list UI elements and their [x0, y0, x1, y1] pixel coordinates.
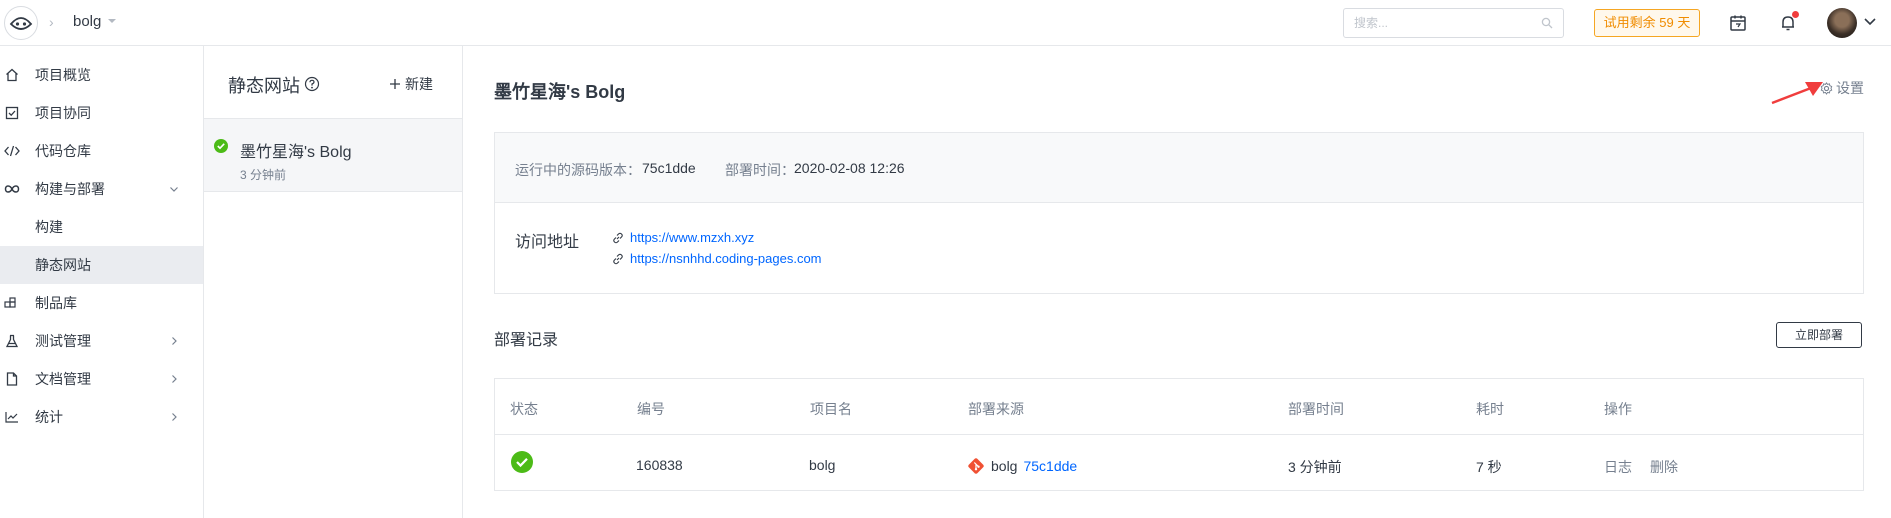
sidebar-item-label: 项目协同 [35, 105, 91, 121]
site-url-link[interactable]: https://www.mzxh.xyz [612, 230, 754, 245]
records-title: 部署记录 [494, 332, 559, 349]
document-icon [4, 371, 20, 387]
gear-icon [1820, 81, 1833, 95]
sidebar-item-label: 项目概览 [35, 67, 91, 83]
notification-dot [1792, 11, 1799, 18]
new-site-label: 新建 [405, 76, 433, 92]
column-header: 状态 [510, 401, 538, 417]
sidebar-item-testing[interactable]: 测试管理 [0, 322, 203, 360]
deploy-now-button[interactable]: 立即部署 [1776, 322, 1862, 348]
sidebar-item-label: 构建与部署 [35, 181, 105, 197]
chevron-right-icon[interactable] [169, 374, 179, 384]
settings-label: 设置 [1836, 80, 1864, 96]
sidebar-item-overview[interactable]: 项目概览 [0, 56, 203, 94]
code-icon [4, 143, 20, 159]
sidebar-item-collaboration[interactable]: 项目协同 [0, 94, 203, 132]
column-header: 操作 [1604, 401, 1632, 417]
chart-icon [4, 409, 20, 425]
access-label: 访问地址 [515, 234, 580, 251]
artifact-icon [4, 295, 20, 311]
sidebar-item-artifacts[interactable]: 制品库 [0, 284, 203, 322]
site-name: 墨竹星海's Bolg [240, 144, 352, 161]
project-name: bolg [809, 457, 836, 473]
chevron-right-icon[interactable] [169, 412, 179, 422]
sidebar-item-repository[interactable]: 代码仓库 [0, 132, 203, 170]
link-icon [613, 232, 623, 243]
main-content: 墨竹星海's Bolg 设置 运行中的源码版本： 75c1dde 部署时间： 2… [463, 46, 1891, 518]
sidebar-item-stats[interactable]: 统计 [0, 398, 203, 436]
url-text: https://www.mzxh.xyz [630, 230, 755, 245]
sidebar-item-label: 代码仓库 [35, 143, 91, 159]
deploy-time: 3 分钟前 [1288, 459, 1342, 475]
deploy-records-table: 状态 编号 项目名 部署来源 部署时间 耗时 操作 160838 bolg bo… [494, 378, 1864, 491]
sidebar-item-label: 文档管理 [35, 371, 91, 387]
top-bar: › bolg 试用剩余 59 天 [0, 0, 1891, 46]
site-list-item[interactable]: 墨竹星海's Bolg 3 分钟前 [204, 119, 462, 192]
chevron-down-icon[interactable] [1864, 18, 1876, 26]
avatar[interactable] [1827, 8, 1857, 38]
column-header: 编号 [637, 401, 665, 417]
search-icon[interactable] [1541, 17, 1553, 29]
static-site-list-panel: 静态网站 新建 墨竹星海's Bolg 3 分钟前 [204, 46, 463, 518]
page-title: 墨竹星海's Bolg [494, 82, 626, 102]
git-icon [968, 458, 984, 474]
bell-icon[interactable] [1777, 11, 1799, 34]
help-icon[interactable] [304, 76, 320, 92]
version-label: 运行中的源码版本： [515, 162, 641, 178]
column-header: 耗时 [1476, 401, 1504, 417]
infinity-icon [4, 181, 20, 197]
breadcrumb-project[interactable]: bolg [73, 13, 101, 30]
source-repo: bolg [991, 458, 1018, 474]
chevron-down-icon[interactable] [169, 184, 179, 194]
sidebar-item-label: 静态网站 [35, 257, 91, 273]
deploy-time-value: 2020-02-08 12:26 [794, 160, 905, 176]
site-url-link[interactable]: https://nsnhhd.coding-pages.com [612, 251, 822, 266]
link-icon [613, 253, 623, 264]
new-site-button[interactable]: 新建 [389, 74, 433, 94]
settings-button[interactable]: 设置 [1820, 78, 1864, 98]
sidebar-item-label: 构建 [35, 219, 63, 235]
search-box[interactable] [1343, 8, 1564, 38]
chevron-down-icon[interactable] [108, 17, 116, 25]
deploy-time-label: 部署时间： [725, 162, 795, 178]
deploy-id: 160838 [636, 457, 683, 473]
search-input[interactable] [1344, 9, 1524, 37]
sidebar-item-label: 统计 [35, 409, 63, 425]
annotation-arrow-icon [1771, 82, 1823, 105]
table-header: 状态 编号 项目名 部署来源 部署时间 耗时 操作 [495, 379, 1863, 435]
chevron-right-icon[interactable] [169, 336, 179, 346]
success-check-icon [511, 451, 533, 473]
home-icon [4, 67, 20, 83]
deploy-info-box: 运行中的源码版本： 75c1dde 部署时间： 2020-02-08 12:26… [494, 132, 1864, 294]
sidebar-item-docs[interactable]: 文档管理 [0, 360, 203, 398]
url-text: https://nsnhhd.coding-pages.com [630, 251, 822, 266]
version-row: 运行中的源码版本： 75c1dde 部署时间： 2020-02-08 12:26 [495, 133, 1863, 203]
calendar-icon[interactable] [1727, 12, 1749, 34]
breadcrumb-separator-icon: › [49, 14, 54, 30]
sidebar: 项目概览 项目协同 代码仓库 构建与部署 构建 静态网站 制品库 测试管理 文档… [0, 46, 204, 518]
sidebar-item-label: 制品库 [35, 295, 77, 311]
column-header: 项目名 [810, 401, 852, 417]
column-header: 部署来源 [968, 401, 1024, 417]
panel-title: 静态网站 [228, 76, 300, 96]
deploy-source: bolg 75c1dde [967, 457, 1077, 475]
sidebar-item-label: 测试管理 [35, 333, 91, 349]
deploy-duration: 7 秒 [1476, 459, 1502, 475]
sidebar-item-static-site[interactable]: 静态网站 [0, 246, 203, 284]
commit-link[interactable]: 75c1dde [1023, 458, 1077, 474]
delete-link[interactable]: 删除 [1650, 457, 1678, 477]
checkbox-icon [4, 105, 20, 121]
trial-badge[interactable]: 试用剩余 59 天 [1594, 9, 1700, 37]
version-value: 75c1dde [642, 160, 696, 176]
flask-icon [4, 333, 20, 349]
column-header: 部署时间 [1288, 401, 1344, 417]
sidebar-item-build-deploy[interactable]: 构建与部署 [0, 170, 203, 208]
sidebar-item-build[interactable]: 构建 [0, 208, 203, 246]
success-check-icon [214, 139, 228, 153]
logo-icon[interactable] [4, 6, 38, 40]
site-time: 3 分钟前 [240, 168, 287, 182]
plus-icon [390, 79, 400, 89]
log-link[interactable]: 日志 [1604, 457, 1632, 477]
